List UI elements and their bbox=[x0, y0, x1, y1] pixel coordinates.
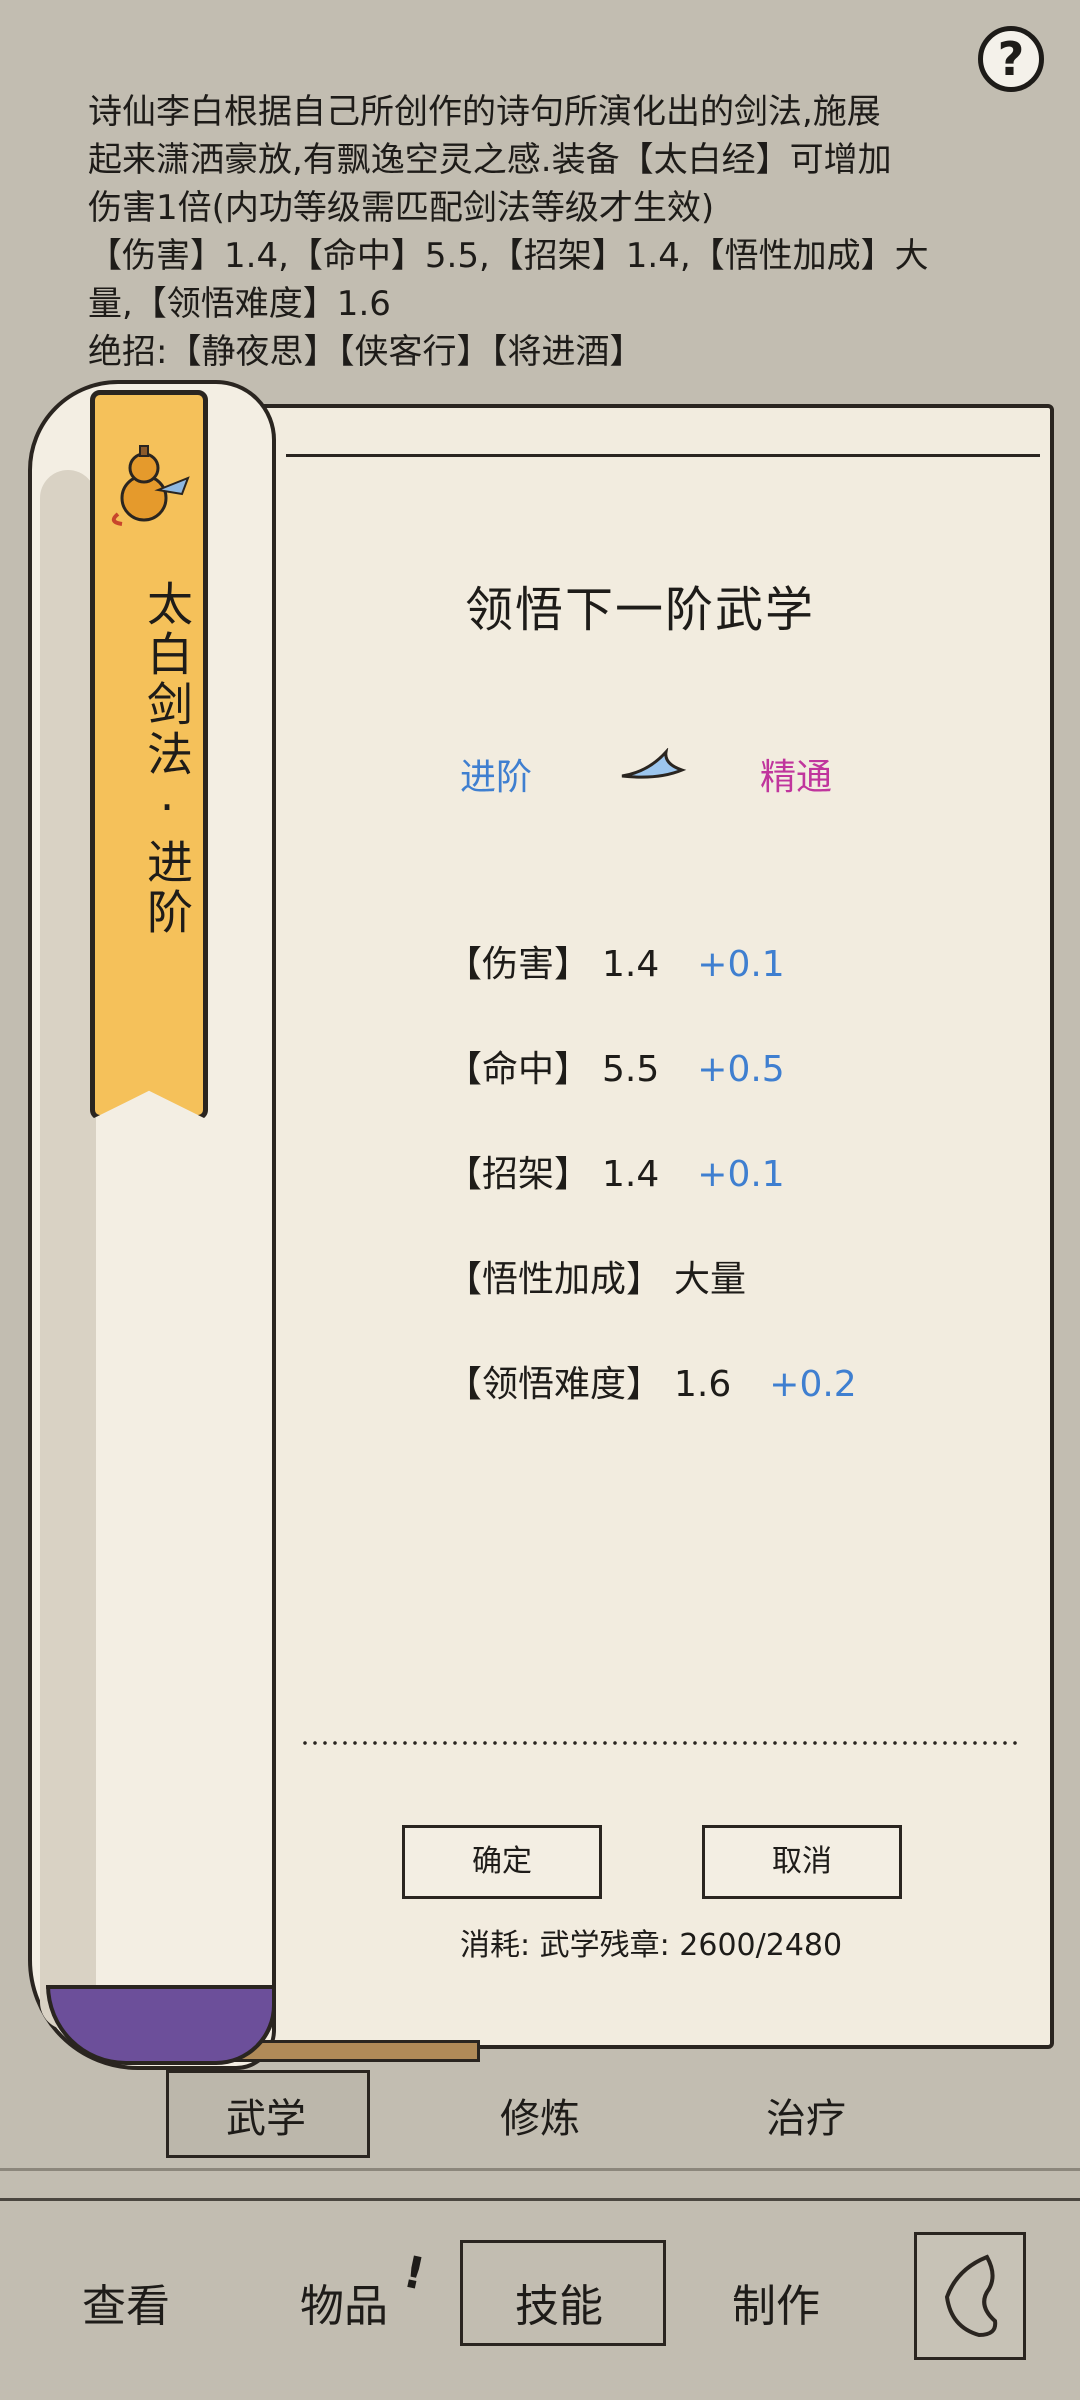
nav-items[interactable]: 物品 bbox=[300, 2270, 388, 2334]
stat-name: 【悟性加成】 bbox=[446, 1259, 663, 1300]
stat-increase: +0.5 bbox=[697, 1049, 785, 1090]
stat-name: 【招架】 bbox=[446, 1154, 591, 1195]
stat-row-accuracy: 【命中】 5.5 +0.5 bbox=[446, 1040, 785, 1092]
divider bbox=[0, 2198, 1080, 2201]
gourd-sword-icon bbox=[111, 445, 190, 526]
subtab-martial-arts[interactable]: 武学 bbox=[226, 2086, 306, 2144]
help-button[interactable]: ? bbox=[978, 26, 1044, 92]
nav-view[interactable]: 查看 bbox=[82, 2270, 170, 2334]
stat-row-parry: 【招架】 1.4 +0.1 bbox=[446, 1145, 785, 1197]
subtab-healing[interactable]: 治疗 bbox=[766, 2086, 846, 2144]
confirm-button[interactable]: 确定 bbox=[402, 1825, 602, 1899]
description-line: 诗仙李白根据自己所创作的诗句所演化出的剑法,施展 bbox=[88, 92, 881, 132]
stat-value: 5.5 bbox=[602, 1049, 660, 1090]
stat-increase: +0.1 bbox=[697, 944, 785, 985]
stat-value: 大量 bbox=[674, 1259, 747, 1300]
stat-name: 【伤害】 bbox=[446, 944, 591, 985]
stat-value: 1.6 bbox=[674, 1364, 732, 1405]
skill-banner-title: 太白剑法·进阶 bbox=[140, 580, 194, 938]
alert-mark: ! bbox=[398, 2246, 430, 2301]
skill-description: 诗仙李白根据自己所创作的诗句所演化出的剑法,施展 起来潇洒豪放,有飘逸空灵之感.… bbox=[88, 88, 988, 376]
description-line: 伤害1倍(内功等级需匹配剑法等级才生效) bbox=[88, 188, 715, 228]
cost-text: 消耗: 武学残章: 2600/2480 bbox=[460, 1928, 843, 1963]
description-line: 起来潇洒豪放,有飘逸空灵之感.装备【太白经】可增加 bbox=[88, 140, 892, 180]
next-rank: 精通 bbox=[760, 757, 833, 798]
divider bbox=[0, 2168, 1080, 2171]
nav-skills[interactable]: 技能 bbox=[515, 2270, 603, 2334]
dialog-title: 领悟下一阶武学 bbox=[464, 582, 815, 638]
stat-value: 1.4 bbox=[602, 1154, 660, 1195]
dotted-divider bbox=[300, 1740, 1020, 1746]
description-line: 量,【领悟难度】1.6 bbox=[88, 284, 391, 324]
current-rank: 进阶 bbox=[460, 757, 533, 798]
nav-crafting[interactable]: 制作 bbox=[732, 2270, 820, 2334]
subtab-cultivation[interactable]: 修炼 bbox=[500, 2086, 580, 2144]
stat-row-comprehension-difficulty: 【领悟难度】 1.6 +0.2 bbox=[446, 1355, 857, 1407]
back-button[interactable] bbox=[914, 2232, 1026, 2360]
scroll-paper bbox=[222, 404, 1054, 2049]
stat-name: 【命中】 bbox=[446, 1049, 591, 1090]
back-arrow-icon bbox=[944, 2254, 998, 2338]
stat-row-damage: 【伤害】 1.4 +0.1 bbox=[446, 935, 785, 987]
stat-row-insight-bonus: 【悟性加成】 大量 bbox=[446, 1250, 746, 1302]
stat-increase: +0.1 bbox=[697, 1154, 785, 1195]
stat-increase: +0.2 bbox=[769, 1364, 857, 1405]
description-line: 绝招:【静夜思】【侠客行】【将进酒】 bbox=[88, 332, 644, 372]
description-line: 【伤害】1.4,【命中】5.5,【招架】1.4,【悟性加成】大 bbox=[88, 236, 929, 276]
arrow-icon bbox=[621, 748, 687, 779]
stat-value: 1.4 bbox=[602, 944, 660, 985]
stat-name: 【领悟难度】 bbox=[446, 1364, 663, 1405]
cancel-button[interactable]: 取消 bbox=[702, 1825, 902, 1899]
